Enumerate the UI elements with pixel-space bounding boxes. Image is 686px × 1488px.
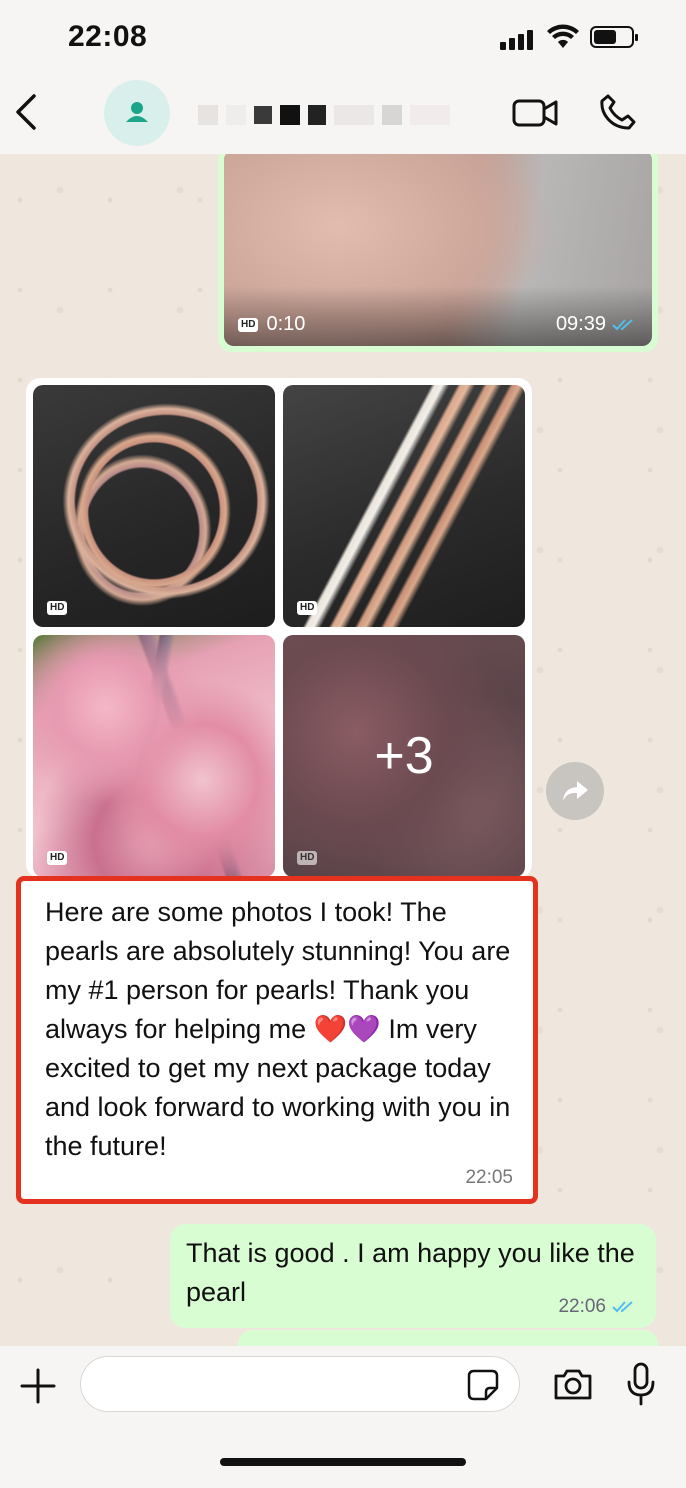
mic-icon[interactable]: [626, 1362, 656, 1406]
double-check-icon: [612, 318, 633, 330]
phone-icon[interactable]: [598, 92, 638, 132]
next-outgoing-message[interactable]: [238, 1330, 658, 1346]
pearl-photo-3[interactable]: HD: [33, 635, 275, 877]
video-thumbnail[interactable]: HD 0:10 09:39: [224, 154, 652, 346]
chat-header: [0, 76, 686, 154]
double-check-icon: [612, 1301, 633, 1313]
battery-icon: [590, 26, 638, 48]
status-bar: 22:08: [0, 0, 686, 76]
hd-badge: HD: [238, 317, 259, 332]
hd-badge: HD: [297, 851, 318, 865]
incoming-message-time: 22:05: [465, 1167, 513, 1188]
video-message[interactable]: HD 0:10 09:39: [218, 154, 658, 352]
status-time: 22:08: [68, 20, 148, 53]
forward-icon: [563, 781, 588, 801]
video-time-text: 09:39: [555, 313, 606, 335]
message-list[interactable]: HD 0:10 09:39 HD HD HD +3 HD Here are so…: [0, 154, 686, 1346]
video-duration-text: 0:10: [266, 313, 306, 335]
home-indicator: [220, 1458, 466, 1466]
outgoing-message-time: 22:06: [558, 1296, 606, 1317]
back-icon[interactable]: [10, 90, 46, 134]
more-photos-count: +3: [374, 727, 434, 785]
wifi-icon: [547, 24, 579, 48]
cellular-signal-icon: [500, 28, 536, 50]
outgoing-message-timestamp: 22:06: [558, 1296, 638, 1318]
outgoing-text-message[interactable]: That is good . I am happy you like the p…: [170, 1224, 656, 1328]
photo-album-message[interactable]: HD HD HD +3 HD: [26, 378, 532, 878]
hd-badge: HD: [297, 601, 318, 615]
incoming-message-text: Here are some photos I took! The pearls …: [45, 897, 511, 1161]
forward-button[interactable]: [546, 762, 604, 820]
contact-avatar-icon: [126, 102, 148, 122]
hd-badge: HD: [47, 601, 68, 615]
video-timestamp: 09:39: [556, 313, 638, 336]
contact-avatar[interactable]: [104, 80, 170, 146]
composer-bar: [0, 1346, 686, 1488]
incoming-text-message[interactable]: Here are some photos I took! The pearls …: [16, 876, 538, 1204]
pearl-photo-1[interactable]: HD: [33, 385, 275, 627]
plus-icon[interactable]: [18, 1366, 58, 1406]
message-input[interactable]: [80, 1356, 520, 1412]
hd-badge: HD: [47, 851, 68, 865]
camera-icon[interactable]: [552, 1366, 594, 1402]
sticker-icon[interactable]: [466, 1368, 500, 1402]
video-call-icon[interactable]: [512, 96, 558, 130]
more-photos-tile[interactable]: +3 HD: [283, 635, 525, 877]
contact-name[interactable]: [190, 96, 480, 134]
video-duration: HD 0:10: [238, 313, 305, 336]
pearl-photo-2[interactable]: HD: [283, 385, 525, 627]
